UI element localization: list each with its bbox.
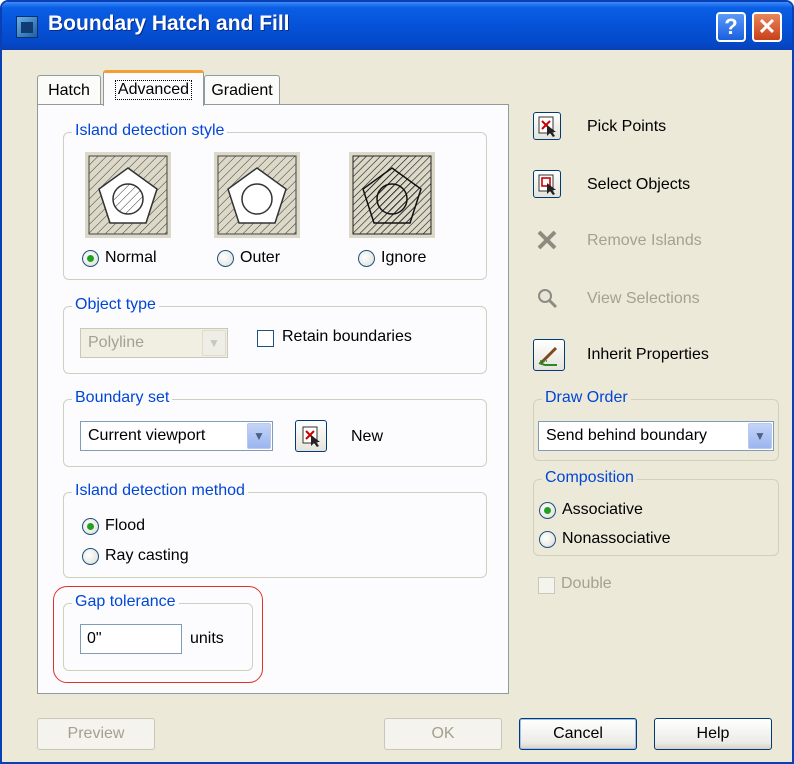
tab-advanced[interactable]: Advanced xyxy=(103,70,204,106)
double-checkbox[interactable] xyxy=(538,577,555,594)
island-detection-method-group: Island detection method xyxy=(63,482,487,578)
composition-legend: Composition xyxy=(542,469,637,487)
pick-points-label: Pick Points xyxy=(587,118,667,135)
paintbrush-icon xyxy=(538,346,558,366)
new-boundary-set-button[interactable] xyxy=(295,420,327,452)
tab-advanced-label: Advanced xyxy=(114,79,193,100)
object-type-legend: Object type xyxy=(72,296,159,314)
nonassociative-label: Nonassociative xyxy=(562,530,671,547)
outer-hatch-icon xyxy=(217,155,297,235)
inherit-properties-button[interactable] xyxy=(533,339,565,371)
outer-label: Outer xyxy=(240,249,281,266)
window-title: Boundary Hatch and Fill xyxy=(48,12,290,35)
boundary-set-legend: Boundary set xyxy=(72,389,173,407)
associative-label: Associative xyxy=(562,501,643,518)
boundary-set-select[interactable]: Current viewport ▼ xyxy=(80,421,273,451)
cancel-button[interactable]: Cancel xyxy=(519,718,637,750)
normal-style-preview[interactable] xyxy=(85,152,171,238)
outer-radio[interactable] xyxy=(217,250,234,267)
normal-hatch-icon xyxy=(88,155,168,235)
draw-order-legend: Draw Order xyxy=(542,389,631,407)
inherit-properties-label: Inherit Properties xyxy=(587,346,709,363)
close-icon: ✕ xyxy=(757,14,777,39)
ray-casting-radio[interactable] xyxy=(82,548,99,565)
draw-order-value: Send behind boundary xyxy=(546,427,708,444)
chevron-down-icon: ▼ xyxy=(247,423,271,449)
view-selections-label: View Selections xyxy=(587,290,700,307)
ray-casting-label: Ray casting xyxy=(105,547,189,564)
help-title-button[interactable]: ? xyxy=(716,12,746,42)
app-icon xyxy=(16,16,38,38)
chevron-down-icon: ▼ xyxy=(202,330,226,356)
boundary-set-value: Current viewport xyxy=(88,427,206,444)
select-objects-button[interactable] xyxy=(533,170,561,198)
flood-radio[interactable] xyxy=(82,518,99,535)
tab-gradient[interactable]: Gradient xyxy=(204,75,280,105)
chevron-down-icon: ▼ xyxy=(748,423,772,449)
tab-hatch[interactable]: Hatch xyxy=(37,75,101,105)
preview-button[interactable]: Preview xyxy=(37,718,155,750)
associative-radio[interactable] xyxy=(539,502,556,519)
magnifier-icon xyxy=(538,289,558,309)
nonassociative-radio[interactable] xyxy=(539,531,556,548)
dialog-window: Boundary Hatch and Fill ? ✕ Hatch Advanc… xyxy=(0,0,794,764)
title-bar[interactable]: Boundary Hatch and Fill ? ✕ xyxy=(2,2,792,50)
object-type-select[interactable]: Polyline ▼ xyxy=(80,328,228,358)
select-objects-icon xyxy=(538,174,556,195)
retain-boundaries-checkbox[interactable] xyxy=(257,330,274,347)
question-icon: ? xyxy=(724,14,738,39)
island-style-legend: Island detection style xyxy=(72,122,228,140)
ignore-hatch-icon xyxy=(352,155,432,235)
object-type-value: Polyline xyxy=(88,334,145,351)
x-mark-icon xyxy=(537,230,557,250)
pick-points-button[interactable] xyxy=(533,112,561,140)
help-button[interactable]: Help xyxy=(654,718,772,750)
outer-style-preview[interactable] xyxy=(214,152,300,238)
highlight-annotation xyxy=(53,586,263,683)
close-button[interactable]: ✕ xyxy=(752,12,782,42)
view-selections-button[interactable] xyxy=(533,284,561,312)
ok-button[interactable]: OK xyxy=(384,718,502,750)
flood-label: Flood xyxy=(105,517,146,534)
new-label: New xyxy=(351,428,384,445)
double-label: Double xyxy=(561,575,612,592)
normal-label: Normal xyxy=(105,249,157,266)
pick-cursor-icon xyxy=(302,426,320,447)
ignore-radio[interactable] xyxy=(358,250,375,267)
island-method-legend: Island detection method xyxy=(72,482,248,500)
ignore-label: Ignore xyxy=(381,249,427,266)
tab-hatch-label: Hatch xyxy=(48,81,90,99)
remove-islands-label: Remove Islands xyxy=(587,232,702,249)
remove-islands-button[interactable] xyxy=(533,226,561,254)
draw-order-select[interactable]: Send behind boundary ▼ xyxy=(538,421,774,451)
pick-points-icon xyxy=(538,116,556,137)
tab-gradient-label: Gradient xyxy=(211,81,273,99)
retain-boundaries-label: Retain boundaries xyxy=(282,328,412,345)
normal-radio[interactable] xyxy=(82,250,99,267)
select-objects-label: Select Objects xyxy=(587,176,691,193)
ignore-style-preview[interactable] xyxy=(349,152,435,238)
